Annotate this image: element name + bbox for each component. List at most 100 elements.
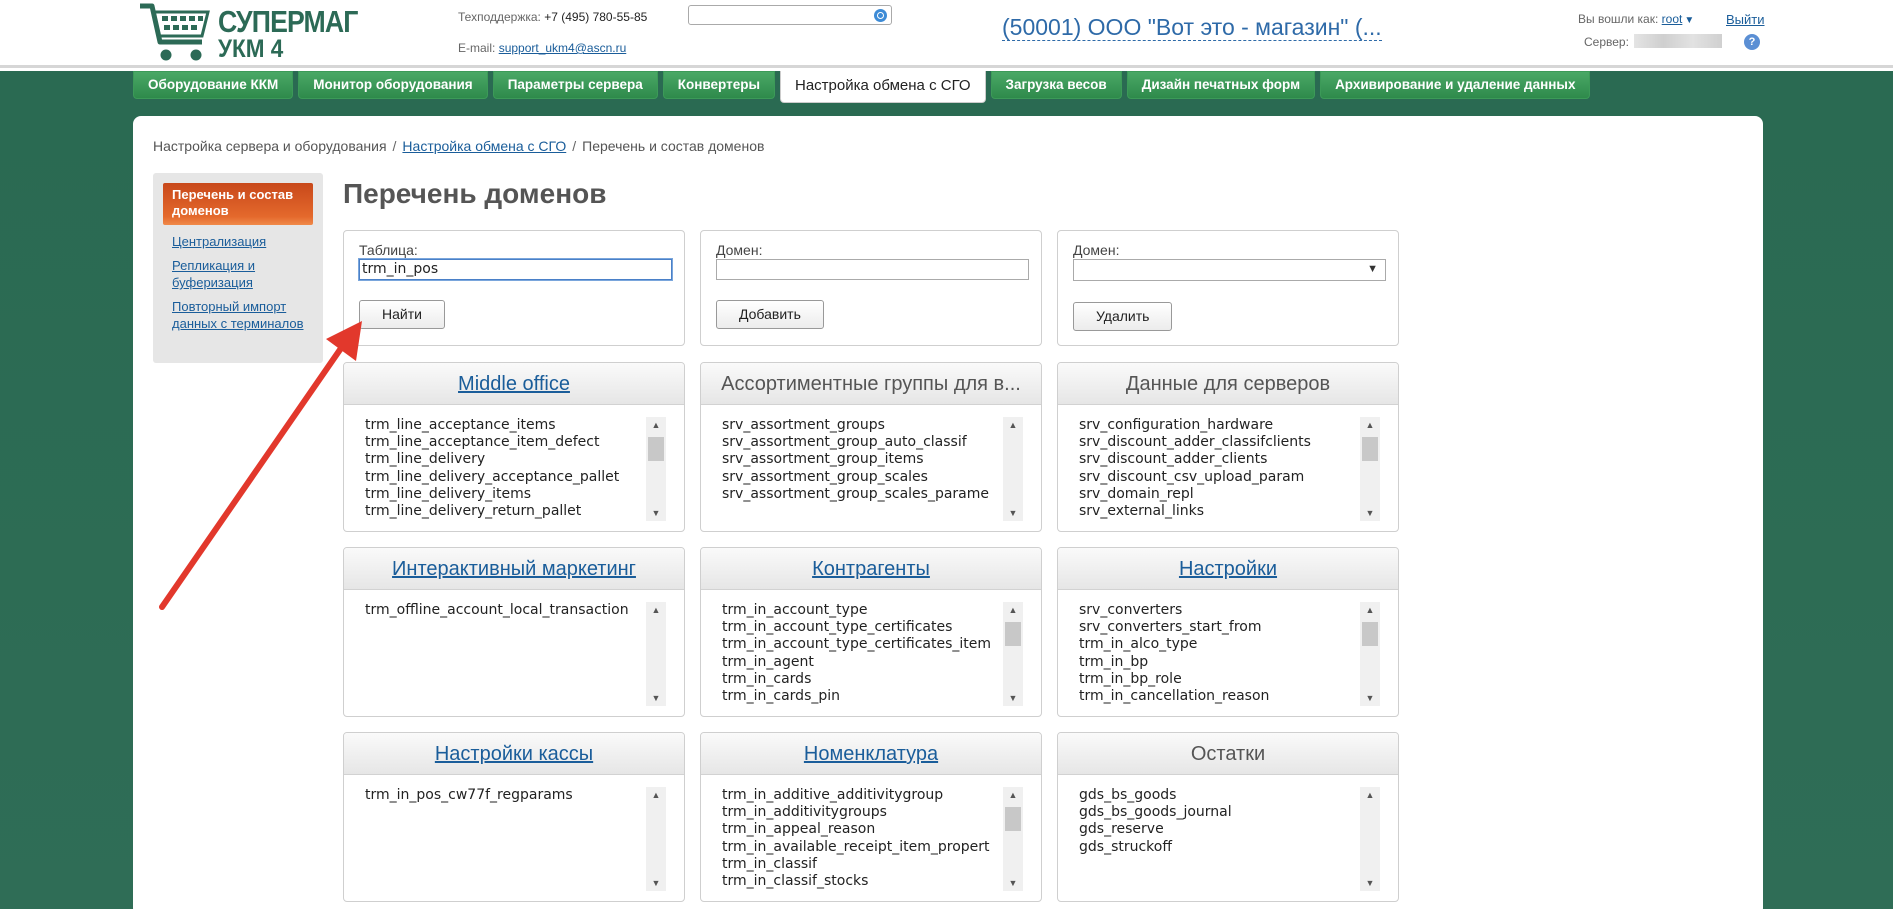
list-item[interactable]: trm_in_cancellation_reason — [1079, 688, 1355, 705]
list-item[interactable]: trm_in_account_type_certificates — [722, 619, 998, 636]
add-button[interactable]: Добавить — [716, 300, 824, 329]
list-item[interactable]: trm_line_acceptance_item_defect — [365, 434, 641, 451]
list-item[interactable]: trm_offline_account_local_transaction — [365, 602, 641, 619]
tab-print-forms[interactable]: Дизайн печатных форм — [1126, 71, 1316, 99]
list-item[interactable]: trm_in_cards_pin — [722, 688, 998, 705]
shop-selector[interactable]: (50001) ООО "Вот это - магазин" (... — [1002, 14, 1382, 41]
list-item[interactable]: srv_external_links — [1079, 503, 1355, 520]
scroll-down-icon[interactable]: ▼ — [646, 690, 666, 706]
domain-table-list[interactable]: trm_in_pos_cw77f_regparams — [365, 787, 641, 893]
chevron-down-icon[interactable]: ▼ — [1684, 15, 1694, 26]
scroll-thumb[interactable] — [1362, 437, 1378, 461]
list-item[interactable]: srv_discount_csv_upload_param — [1079, 469, 1355, 486]
tab-scales-load[interactable]: Загрузка весов — [990, 71, 1122, 99]
list-item[interactable]: srv_converters — [1079, 602, 1355, 619]
list-item[interactable]: trm_line_delivery_return_pallet — [365, 503, 641, 520]
list-item[interactable]: trm_line_delivery_acceptance_pallet — [365, 469, 641, 486]
scroll-up-icon[interactable]: ▲ — [646, 787, 666, 803]
list-item[interactable]: trm_in_additivitygroups — [722, 804, 998, 821]
list-item[interactable]: srv_assortment_group_items — [722, 451, 998, 468]
add-domain-input[interactable] — [716, 259, 1029, 280]
list-item[interactable]: srv_assortment_group_scales_parame — [722, 486, 998, 503]
sidebar-item-domains-list[interactable]: Перечень и состав доменов — [163, 183, 313, 225]
list-item[interactable]: trm_line_delivery_items — [365, 486, 641, 503]
domain-table-list[interactable]: trm_line_acceptance_items trm_line_accept… — [365, 417, 641, 523]
tab-equipment-monitor[interactable]: Монитор оборудования — [298, 71, 488, 99]
scroll-down-icon[interactable]: ▼ — [1003, 875, 1023, 891]
domain-title-link[interactable]: Интерактивный маркетинг — [392, 558, 636, 580]
list-item[interactable]: trm_in_cards — [722, 671, 998, 688]
scrollbar[interactable]: ▲ ▼ — [1360, 602, 1380, 706]
breadcrumb-sgo-exchange-link[interactable]: Настройка обмена с СГО — [402, 138, 566, 154]
sidebar-item-centralization[interactable]: Централизация — [172, 233, 320, 250]
scrollbar[interactable]: ▲ ▼ — [1360, 787, 1380, 891]
sidebar-item-replication[interactable]: Репликация и буферизация — [172, 257, 320, 291]
list-item[interactable]: trm_in_account_type_certificates_item — [722, 636, 998, 653]
scrollbar[interactable]: ▲ ▼ — [1003, 602, 1023, 706]
list-item[interactable]: gds_struckoff — [1079, 839, 1355, 856]
dropdown-arrow-icon[interactable]: ▼ — [1367, 263, 1378, 275]
domain-title-link[interactable]: Настройки кассы — [435, 743, 593, 765]
scroll-up-icon[interactable]: ▲ — [1360, 602, 1380, 618]
domain-table-list[interactable]: trm_in_additive_additivitygroup trm_in_ad… — [722, 787, 998, 893]
list-item[interactable]: trm_in_account_type — [722, 602, 998, 619]
scroll-down-icon[interactable]: ▼ — [646, 875, 666, 891]
tab-server-params[interactable]: Параметры сервера — [492, 71, 658, 99]
table-search-input[interactable]: trm_in_pos — [359, 259, 672, 280]
domain-table-list[interactable]: srv_assortment_groups srv_assortment_grou… — [722, 417, 998, 523]
list-item[interactable]: trm_in_bp_role — [1079, 671, 1355, 688]
domain-table-list[interactable]: srv_configuration_hardware srv_discount_a… — [1079, 417, 1355, 523]
list-item[interactable]: srv_discount_adder_clients — [1079, 451, 1355, 468]
list-item[interactable]: trm_line_acceptance_items — [365, 417, 641, 434]
list-item[interactable]: srv_assortment_group_auto_classif — [722, 434, 998, 451]
domain-title-link[interactable]: Номенклатура — [804, 743, 938, 765]
list-item[interactable]: trm_in_classif — [722, 856, 998, 873]
scroll-down-icon[interactable]: ▼ — [1003, 505, 1023, 521]
list-item[interactable]: trm_line_delivery — [365, 451, 641, 468]
scroll-up-icon[interactable]: ▲ — [1003, 787, 1023, 803]
header-search-input[interactable] — [688, 5, 892, 25]
tab-sgo-exchange[interactable]: Настройка обмена с СГО — [780, 71, 986, 103]
domain-title-link[interactable]: Middle office — [458, 373, 570, 395]
list-item[interactable]: trm_in_agent — [722, 654, 998, 671]
tab-kkm-equipment[interactable]: Оборудование ККМ — [133, 71, 294, 99]
scroll-down-icon[interactable]: ▼ — [1360, 875, 1380, 891]
find-button[interactable]: Найти — [359, 300, 445, 329]
scroll-down-icon[interactable]: ▼ — [646, 505, 666, 521]
list-item[interactable]: gds_bs_goods_journal — [1079, 804, 1355, 821]
logout-link[interactable]: Выйти — [1726, 12, 1765, 27]
scroll-up-icon[interactable]: ▲ — [646, 417, 666, 433]
search-icon[interactable] — [874, 9, 887, 22]
list-item[interactable]: trm_in_appeal_reason — [722, 821, 998, 838]
scrollbar[interactable]: ▲ ▼ — [646, 787, 666, 891]
delete-domain-select[interactable]: ▼ — [1073, 259, 1386, 281]
scroll-up-icon[interactable]: ▲ — [1003, 417, 1023, 433]
scrollbar[interactable]: ▲ ▼ — [1003, 787, 1023, 891]
list-item[interactable]: gds_reserve — [1079, 821, 1355, 838]
scroll-down-icon[interactable]: ▼ — [1003, 690, 1023, 706]
scroll-thumb[interactable] — [1005, 622, 1021, 646]
scroll-up-icon[interactable]: ▲ — [1360, 417, 1380, 433]
list-item[interactable]: srv_domain_repl — [1079, 486, 1355, 503]
scroll-thumb[interactable] — [648, 437, 664, 461]
domain-table-list[interactable]: gds_bs_goods gds_bs_goods_journal gds_rese… — [1079, 787, 1355, 893]
scroll-down-icon[interactable]: ▼ — [1360, 690, 1380, 706]
scrollbar[interactable]: ▲ ▼ — [646, 602, 666, 706]
list-item[interactable]: trm_in_additive_additivitygroup — [722, 787, 998, 804]
domain-table-list[interactable]: srv_converters srv_converters_start_from t… — [1079, 602, 1355, 708]
scroll-up-icon[interactable]: ▲ — [646, 602, 666, 618]
domain-table-list[interactable]: trm_in_account_type trm_in_account_type_c… — [722, 602, 998, 708]
help-icon[interactable]: ? — [1744, 34, 1760, 50]
list-item[interactable]: srv_discount_adder_classifclients — [1079, 434, 1355, 451]
delete-button[interactable]: Удалить — [1073, 302, 1173, 331]
list-item[interactable]: srv_configuration_hardware — [1079, 417, 1355, 434]
logo[interactable]: СУПЕРМАГ УКМ 4 — [138, 0, 358, 64]
list-item[interactable]: srv_assortment_groups — [722, 417, 998, 434]
scroll-thumb[interactable] — [1362, 622, 1378, 646]
scroll-down-icon[interactable]: ▼ — [1360, 505, 1380, 521]
domain-title-link[interactable]: Настройки — [1179, 558, 1277, 580]
scrollbar[interactable]: ▲ ▼ — [646, 417, 666, 521]
list-item[interactable]: gds_bs_goods — [1079, 787, 1355, 804]
list-item[interactable]: srv_assortment_group_scales — [722, 469, 998, 486]
list-item[interactable]: trm_in_pos_cw77f_regparams — [365, 787, 641, 804]
